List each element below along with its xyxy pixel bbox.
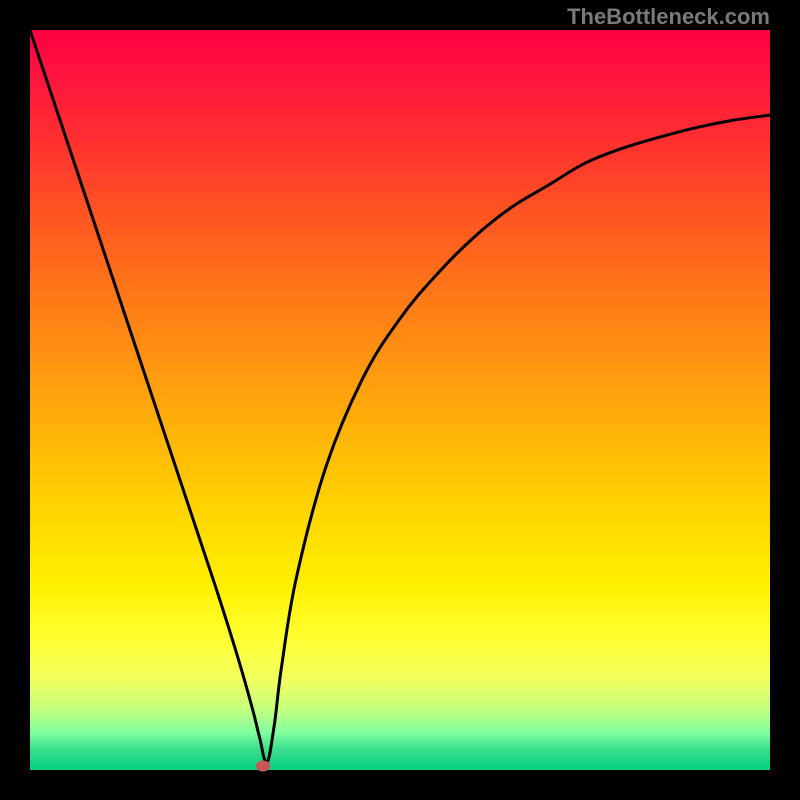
watermark-text: TheBottleneck.com (567, 4, 770, 30)
curve-path (30, 30, 770, 763)
chart-container: TheBottleneck.com (0, 0, 800, 800)
plot-area (30, 30, 770, 770)
curve-svg (30, 30, 770, 770)
minimum-marker (256, 761, 270, 772)
